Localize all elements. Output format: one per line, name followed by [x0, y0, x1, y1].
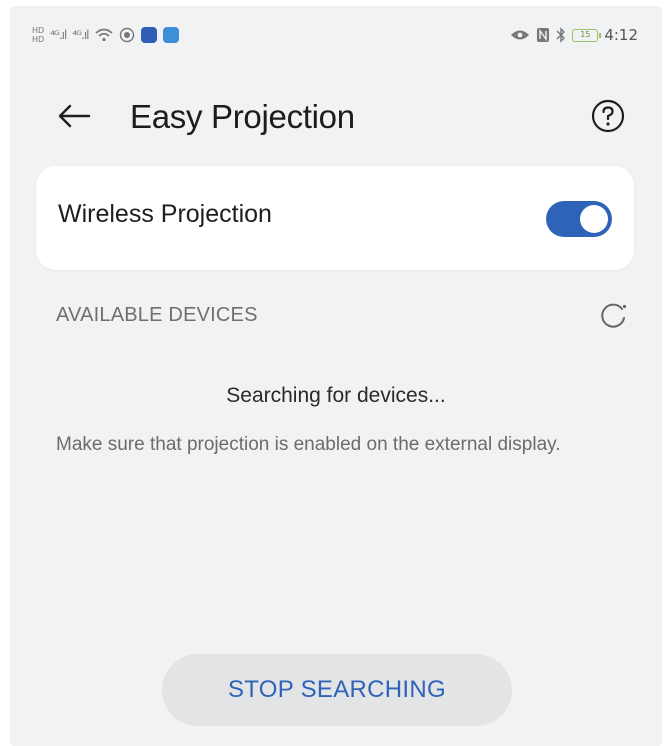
help-icon [591, 99, 625, 133]
toggle-knob [580, 205, 608, 233]
app-badge-2-icon [162, 27, 179, 43]
signal-2-icon: ⁴ᴳ.ıl [72, 28, 89, 42]
eye-icon [511, 30, 530, 40]
sim2-label: HD [32, 35, 45, 44]
page-title: Easy Projection [130, 98, 355, 135]
wireless-projection-label: Wireless Projection [58, 200, 272, 228]
status-right: 15 4:12 [510, 26, 638, 44]
wifi-icon [94, 28, 113, 42]
notification-icon [119, 27, 134, 43]
app-badge-icon [140, 27, 157, 43]
clock: 4:12 [604, 26, 638, 44]
sim-indicator: HD HD [32, 26, 44, 44]
status-left: HD HD ⁴ᴳ.ıl ⁴ᴳ.ıl [32, 26, 179, 44]
bluetooth-icon [556, 27, 566, 43]
stop-searching-label: STOP SEARCHING [227, 676, 447, 703]
help-button[interactable] [586, 94, 630, 138]
projection-hint: Make sure that projection is enabled on … [56, 434, 561, 455]
available-devices-heading: AVAILABLE DEVICES [56, 304, 258, 326]
battery-icon: 15 [572, 28, 602, 42]
sim1-label: HD [32, 26, 45, 35]
wireless-projection-toggle[interactable] [546, 201, 612, 237]
nfc-icon [537, 28, 550, 42]
refresh-spinner-icon [601, 303, 627, 328]
wireless-projection-card: Wireless Projection [36, 166, 634, 270]
searching-status: Searching for devices... [226, 384, 446, 407]
arrow-left-icon [58, 104, 91, 128]
refresh-button[interactable] [594, 296, 634, 336]
phone-screen: HD HD ⁴ᴳ.ıl ⁴ᴳ.ıl 15 4:12 Easy Projectio… [10, 6, 662, 746]
signal-1-icon: ⁴ᴳ.ıl [50, 28, 67, 42]
stop-searching-button[interactable]: STOP SEARCHING [162, 654, 512, 726]
back-button[interactable] [52, 94, 96, 138]
status-bar: HD HD ⁴ᴳ.ıl ⁴ᴳ.ıl 15 4:12 [10, 6, 662, 64]
app-header: Easy Projection [10, 80, 662, 150]
